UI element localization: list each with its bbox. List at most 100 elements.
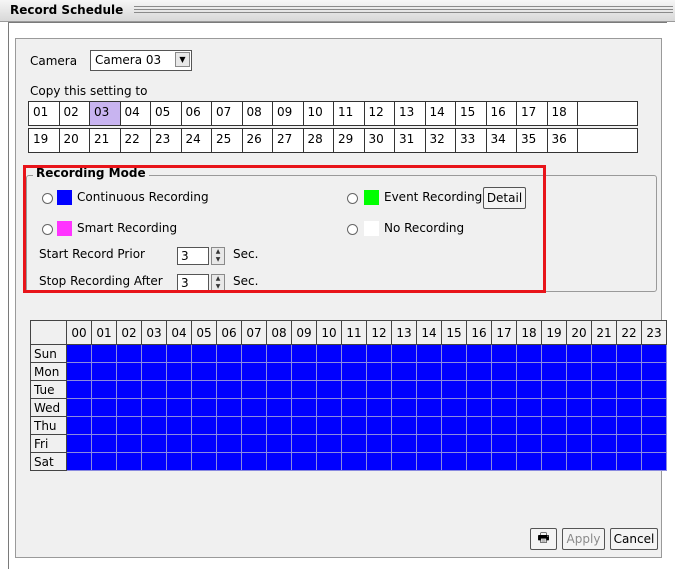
hour-header-22[interactable]: 22 (616, 320, 642, 345)
schedule-cell[interactable] (116, 344, 142, 363)
schedule-cell[interactable] (141, 416, 167, 435)
schedule-cell[interactable] (366, 362, 392, 381)
schedule-cell[interactable] (266, 398, 292, 417)
schedule-cell[interactable] (316, 362, 342, 381)
schedule-cell[interactable] (141, 434, 167, 453)
schedule-cell[interactable] (366, 344, 392, 363)
camera-cell-19[interactable]: 19 (28, 129, 59, 152)
camera-cell-29[interactable]: 29 (333, 129, 364, 152)
schedule-cell[interactable] (141, 452, 167, 471)
schedule-cell[interactable] (416, 362, 442, 381)
schedule-cell[interactable] (441, 398, 467, 417)
day-header-sun[interactable]: Sun (30, 344, 67, 363)
hour-header-02[interactable]: 02 (116, 320, 142, 345)
schedule-cell[interactable] (316, 398, 342, 417)
schedule-cell[interactable] (566, 452, 592, 471)
camera-cell-33[interactable]: 33 (455, 129, 486, 152)
schedule-cell[interactable] (566, 344, 592, 363)
chevron-down-icon[interactable]: ▼ (175, 52, 190, 67)
schedule-cell[interactable] (491, 452, 517, 471)
camera-cell-31[interactable]: 31 (394, 129, 425, 152)
schedule-cell[interactable] (541, 398, 567, 417)
schedule-cell[interactable] (191, 380, 217, 399)
schedule-cell[interactable] (341, 452, 367, 471)
day-header-thu[interactable]: Thu (30, 416, 67, 435)
schedule-cell[interactable] (266, 452, 292, 471)
schedule-cell[interactable] (591, 434, 617, 453)
schedule-cell[interactable] (391, 452, 417, 471)
hour-header-23[interactable]: 23 (641, 320, 667, 345)
schedule-cell[interactable] (291, 398, 317, 417)
schedule-cell[interactable] (241, 380, 267, 399)
schedule-cell[interactable] (66, 344, 92, 363)
schedule-cell[interactable] (641, 452, 667, 471)
camera-cell-04[interactable]: 04 (119, 102, 151, 125)
schedule-cell[interactable] (141, 398, 167, 417)
camera-cell-18[interactable]: 18 (546, 102, 578, 125)
apply-button[interactable]: Apply (562, 528, 605, 550)
schedule-cell[interactable] (616, 344, 642, 363)
schedule-cell[interactable] (466, 452, 492, 471)
schedule-cell[interactable] (491, 434, 517, 453)
schedule-cell[interactable] (191, 452, 217, 471)
schedule-grid[interactable]: 00 01 02 03 04 05 06 07 08 09 10 11 12 13 14 15 16 17 18 19… (30, 320, 667, 471)
hour-header-13[interactable]: 13 (391, 320, 417, 345)
schedule-cell[interactable] (541, 434, 567, 453)
schedule-cell[interactable] (341, 416, 367, 435)
schedule-cell[interactable] (391, 416, 417, 435)
schedule-cell[interactable] (216, 452, 242, 471)
schedule-cell[interactable] (166, 362, 192, 381)
schedule-cell[interactable] (416, 452, 442, 471)
schedule-cell[interactable] (416, 344, 442, 363)
schedule-cell[interactable] (591, 344, 617, 363)
schedule-cell[interactable] (441, 362, 467, 381)
schedule-cell[interactable] (466, 416, 492, 435)
schedule-cell[interactable] (291, 362, 317, 381)
schedule-cell[interactable] (91, 362, 117, 381)
camera-cell-22[interactable]: 22 (119, 129, 151, 152)
schedule-cell[interactable] (191, 434, 217, 453)
schedule-cell[interactable] (241, 398, 267, 417)
schedule-cell[interactable] (366, 380, 392, 399)
camera-cell-36[interactable]: 36 (546, 129, 578, 152)
hour-header-21[interactable]: 21 (591, 320, 617, 345)
schedule-cell[interactable] (516, 362, 542, 381)
schedule-cell[interactable] (641, 344, 667, 363)
schedule-cell[interactable] (66, 380, 92, 399)
camera-cell-11[interactable]: 11 (333, 102, 364, 125)
schedule-cell[interactable] (516, 344, 542, 363)
schedule-cell[interactable] (391, 344, 417, 363)
hour-header-05[interactable]: 05 (191, 320, 217, 345)
schedule-cell[interactable] (466, 362, 492, 381)
schedule-cell[interactable] (566, 380, 592, 399)
schedule-cell[interactable] (66, 362, 92, 381)
schedule-cell[interactable] (241, 452, 267, 471)
schedule-cell[interactable] (591, 380, 617, 399)
schedule-cell[interactable] (91, 452, 117, 471)
camera-cell-26[interactable]: 26 (241, 129, 273, 152)
schedule-cell[interactable] (266, 434, 292, 453)
schedule-cell[interactable] (366, 398, 392, 417)
hour-header-15[interactable]: 15 (441, 320, 467, 345)
camera-cell-30[interactable]: 30 (363, 129, 395, 152)
schedule-cell[interactable] (166, 344, 192, 363)
camera-cell-20[interactable]: 20 (58, 129, 90, 152)
schedule-cell[interactable] (91, 344, 117, 363)
hour-header-14[interactable]: 14 (416, 320, 442, 345)
schedule-cell[interactable] (391, 398, 417, 417)
schedule-cell[interactable] (491, 362, 517, 381)
schedule-cell[interactable] (216, 344, 242, 363)
hour-header-04[interactable]: 04 (166, 320, 192, 345)
hour-header-12[interactable]: 12 (366, 320, 392, 345)
schedule-cell[interactable] (491, 398, 517, 417)
schedule-cell[interactable] (291, 344, 317, 363)
schedule-cell[interactable] (591, 452, 617, 471)
schedule-cell[interactable] (391, 380, 417, 399)
schedule-cell[interactable] (166, 380, 192, 399)
schedule-cell[interactable] (166, 452, 192, 471)
camera-cell-14[interactable]: 14 (424, 102, 456, 125)
schedule-cell[interactable] (416, 398, 442, 417)
camera-cell-06[interactable]: 06 (180, 102, 212, 125)
camera-cell-12[interactable]: 12 (363, 102, 395, 125)
hour-header-20[interactable]: 20 (566, 320, 592, 345)
